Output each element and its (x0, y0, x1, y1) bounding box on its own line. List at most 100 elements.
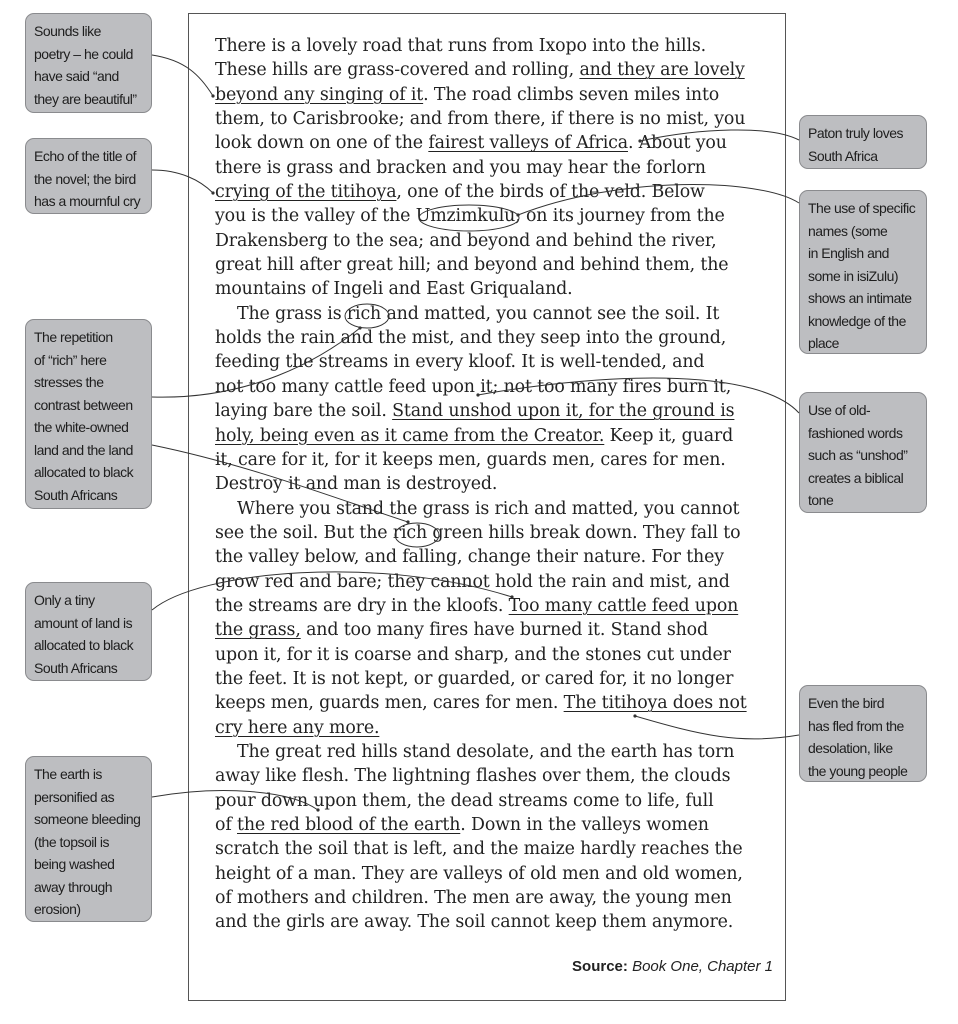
callout-line: South Africa (808, 147, 878, 164)
extract-line: them, to Carisbrooke; and from there, if… (215, 107, 775, 131)
callout-line: tone (808, 492, 834, 508)
text-segment: keeps men, guards men, cares for men. (215, 693, 564, 714)
callout-line: place (808, 335, 839, 351)
callout-earth-personified: The earth is personified as someone blee… (25, 756, 152, 922)
callout-line: some in isiZulu) (808, 267, 899, 284)
callout-line: Echo of the title of (34, 148, 137, 164)
text-segment: pour down upon them, the dead streams co… (215, 790, 714, 811)
extract-line: scratch the soil that is left, and the m… (215, 837, 775, 861)
callout-line: (the topsoil is (34, 833, 109, 850)
extract-line: pour down upon them, the dead streams co… (215, 789, 775, 813)
text-segment: Drakensberg to the sea; and beyond and b… (215, 230, 717, 251)
extract-line: Where you stand the grass is rich and ma… (215, 497, 775, 521)
callout-line: The use of specific (808, 200, 916, 216)
text-segment: there is grass and bracken and you may h… (215, 157, 706, 178)
callout-line: poetry – he could (34, 45, 133, 62)
callout-line: has fled from the (808, 717, 904, 734)
callout-bird-has-fled: Even the bird has fled from the desolati… (799, 685, 927, 782)
extract-line: the valley below, and falling, change th… (215, 545, 775, 569)
text-segment: mountains of Ingeli and East Griqualand. (215, 279, 573, 300)
extract-line: not too many cattle feed upon it; not to… (215, 375, 775, 399)
text-segment: them, to Carisbrooke; and from there, if… (215, 109, 746, 130)
extract-text: There is a lovely road that runs from Ix… (215, 34, 775, 935)
text-segment: The grass is rich and matted, you cannot… (237, 303, 720, 324)
extract-line: there is grass and bracken and you may h… (215, 156, 775, 180)
text-segment: There is a lovely road that runs from Ix… (215, 36, 707, 56)
callout-line: such as “unshod” (808, 447, 908, 463)
underlined-phrase: crying of the titihoya (215, 182, 397, 203)
extract-line: crying of the titihoya, one of the birds… (215, 180, 775, 204)
extract-line: height of a man. They are valleys of old… (215, 862, 775, 886)
callout-line: personified as (34, 788, 115, 805)
extract-line: and the girls are away. The soil cannot … (215, 910, 775, 934)
extract-line: Destroy it and man is destroyed. (215, 472, 775, 496)
callout-line: South Africans (34, 659, 118, 676)
callout-line: South Africans (34, 486, 118, 503)
extract-line: cry here any more. (215, 716, 775, 740)
extract-line: laying bare the soil. Stand unshod upon … (215, 399, 775, 423)
callout-repetition-of-rich: The repetition of “rich” here stresses t… (25, 319, 152, 509)
underlined-phrase: Too many cattle feed upon (508, 595, 739, 616)
callout-specific-names: The use of specific names (some in Engli… (799, 190, 927, 354)
extract-line: These hills are grass-covered and rollin… (215, 58, 775, 82)
extract-line: away like flesh. The lightning flashes o… (215, 764, 775, 788)
annotated-extract-page: There is a lovely road that runs from Ix… (0, 0, 958, 1024)
extract-line: beyond any singing of it. The road climb… (215, 83, 775, 107)
text-segment: feeding the streams in every kloof. It i… (215, 352, 705, 373)
underlined-phrase: fairest valleys of Africa (428, 133, 628, 154)
extract-line: The grass is rich and matted, you cannot… (215, 302, 775, 326)
callout-tiny-amount-of-land: Only a tiny amount of land is allocated … (25, 582, 152, 681)
text-segment: great hill after great hill; and beyond … (215, 255, 729, 276)
text-segment: upon it, for it is coarse and sharp, and… (215, 644, 731, 665)
text-segment: holds the rain and the mist, and they se… (215, 328, 727, 349)
underlined-phrase: and they are lovely (579, 60, 745, 81)
callout-line: Only a tiny (34, 592, 95, 608)
extract-line: keeps men, guards men, cares for men. Th… (215, 691, 775, 715)
underlined-phrase: holy, being even as it came from the Cre… (215, 425, 605, 446)
callout-line: land and the land (34, 441, 133, 458)
text-segment: Destroy it and man is destroyed. (215, 474, 498, 495)
callout-line: contrast between (34, 396, 133, 413)
callout-line: The repetition (34, 329, 113, 345)
callout-line: fashioned words (808, 424, 903, 441)
callout-line: of “rich” here (34, 351, 107, 368)
callout-echo-of-title: Echo of the title of the novel; the bird… (25, 138, 152, 214)
underlined-phrase: The titihoya does not (563, 693, 747, 714)
callout-line: desolation, like (808, 740, 893, 756)
callout-line: creates a biblical (808, 469, 904, 486)
text-segment: the feet. It is not kept, or guarded, or… (215, 668, 734, 689)
underlined-phrase: cry here any more. (215, 717, 380, 738)
extract-line: of the red blood of the earth. Down in t… (215, 813, 775, 837)
text-segment: laying bare the soil. (215, 401, 393, 422)
underlined-phrase: beyond any singing of it (215, 84, 424, 105)
extract-line: The great red hills stand desolate, and … (215, 740, 775, 764)
extract-line: grow red and bare; they cannot hold the … (215, 570, 775, 594)
callout-line: stresses the (34, 374, 104, 390)
extract-line: the streams are dry in the kloofs. Too m… (215, 594, 775, 618)
callout-line: has a mournful cry (34, 193, 141, 209)
text-segment: . About you (627, 133, 727, 154)
extract-line: mountains of Ingeli and East Griqualand. (215, 277, 775, 301)
extract-line: upon it, for it is coarse and sharp, and… (215, 643, 775, 667)
extract-line: Drakensberg to the sea; and beyond and b… (215, 229, 775, 253)
extract-line: of mothers and children. The men are awa… (215, 886, 775, 910)
text-segment: it, care for it, for it keeps men, guard… (215, 449, 726, 470)
callout-line: Paton truly loves (808, 125, 904, 141)
callout-line: erosion) (34, 901, 81, 917)
text-segment: look down on one of the (215, 133, 429, 154)
callout-line: names (some (808, 222, 888, 239)
extract-line: the grass, and too many fires have burne… (215, 618, 775, 642)
source-label: Source: (572, 958, 628, 975)
extract-line: it, care for it, for it keeps men, guard… (215, 448, 775, 472)
callout-line: away through (34, 878, 113, 895)
callout-line: being washed (34, 856, 115, 872)
underlined-phrase: Stand unshod upon it, for the ground is (392, 401, 735, 422)
text-segment: height of a man. They are valleys of old… (215, 863, 743, 884)
callout-line: amount of land is (34, 614, 133, 631)
text-segment: and the girls are away. The soil cannot … (215, 912, 734, 933)
text-segment: not too many cattle feed upon it; not to… (215, 376, 732, 397)
callout-line: have said “and (34, 68, 119, 84)
extract-line: the feet. It is not kept, or guarded, or… (215, 667, 775, 691)
underlined-phrase: the red blood of the earth (237, 815, 461, 835)
text-segment: grow red and bare; they cannot hold the … (215, 571, 730, 592)
